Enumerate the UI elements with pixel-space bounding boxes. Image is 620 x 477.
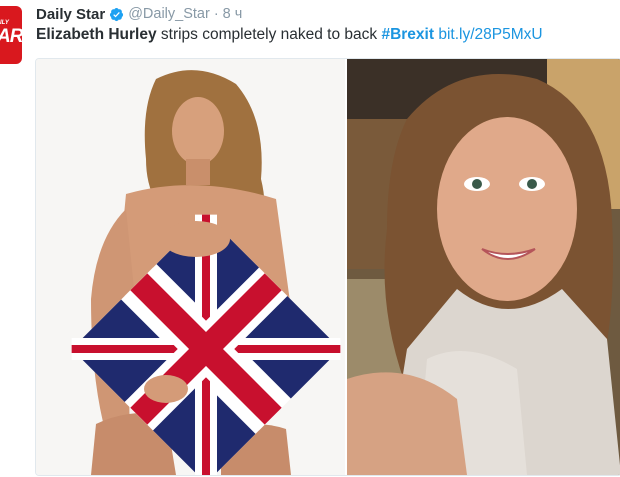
- separator-dot: ·: [213, 6, 219, 22]
- url-link[interactable]: bit.ly/28P5MxU: [438, 26, 542, 43]
- verified-badge-icon: [109, 7, 124, 22]
- tweet-text-plain: strips completely naked to back: [156, 26, 382, 43]
- handle[interactable]: @Daily_Star: [128, 6, 210, 22]
- hashtag-link[interactable]: #Brexit: [381, 26, 434, 43]
- avatar-text-big: AR: [0, 26, 22, 47]
- tweet-header: Daily Star @Daily_Star · 8 ч: [36, 4, 242, 24]
- tweet-text-bold: Elizabeth Hurley: [36, 26, 157, 43]
- photo-1[interactable]: [36, 59, 347, 475]
- media-container: [35, 58, 620, 476]
- tweet-text: Elizabeth Hurley strips completely naked…: [36, 26, 543, 44]
- photo-2[interactable]: [347, 59, 620, 475]
- timestamp[interactable]: 8 ч: [223, 6, 243, 22]
- avatar[interactable]: ILY AR: [0, 6, 22, 64]
- display-name[interactable]: Daily Star: [36, 6, 105, 23]
